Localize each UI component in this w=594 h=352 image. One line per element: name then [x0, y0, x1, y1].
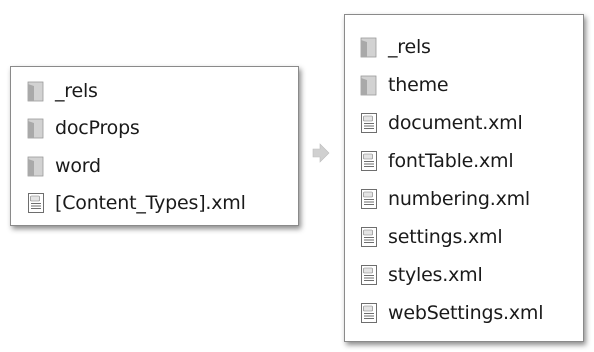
list-item-styles-xml[interactable]: styles.xml	[345, 256, 583, 294]
item-label: numbering.xml	[388, 188, 531, 210]
item-label: docProps	[55, 117, 140, 140]
list-item-websettings-xml[interactable]: webSettings.xml	[345, 294, 583, 332]
item-label: fontTable.xml	[388, 150, 514, 172]
list-item-fonttable-xml[interactable]: fontTable.xml	[345, 142, 583, 180]
list-item-rels-folder[interactable]: _rels	[11, 72, 298, 110]
xml-file-icon	[361, 265, 377, 285]
xml-file-icon	[361, 227, 377, 247]
item-label: document.xml	[388, 112, 523, 134]
item-label: _rels	[388, 36, 431, 58]
list-item-numbering-xml[interactable]: numbering.xml	[345, 180, 583, 218]
item-label: webSettings.xml	[388, 302, 544, 324]
arrow-right-icon	[312, 143, 330, 163]
xml-file-icon	[28, 193, 44, 214]
list-item-docprops-folder[interactable]: docProps	[11, 110, 298, 148]
list-item-settings-xml[interactable]: settings.xml	[345, 218, 583, 256]
package-root-panel: _rels docProps word [Content_Types].xml	[10, 66, 299, 226]
xml-file-icon	[361, 151, 377, 171]
folder-icon	[360, 37, 377, 58]
list-item-theme-folder[interactable]: theme	[345, 66, 583, 104]
item-label: [Content_Types].xml	[55, 192, 246, 215]
word-folder-panel: _rels theme document.xml fontTable.xml n…	[344, 14, 584, 342]
item-label: word	[55, 154, 101, 177]
xml-file-icon	[361, 113, 377, 133]
list-item-word-folder[interactable]: word	[11, 147, 298, 185]
list-item-content-types-file[interactable]: [Content_Types].xml	[11, 185, 298, 223]
item-label: styles.xml	[388, 264, 483, 286]
folder-icon	[360, 75, 377, 96]
folder-icon	[27, 118, 44, 139]
item-label: theme	[388, 74, 449, 96]
folder-icon	[27, 156, 44, 177]
item-label: _rels	[55, 79, 98, 102]
folder-icon	[27, 81, 44, 102]
list-item-rels-folder[interactable]: _rels	[345, 28, 583, 66]
item-label: settings.xml	[388, 226, 503, 248]
list-item-document-xml[interactable]: document.xml	[345, 104, 583, 142]
xml-file-icon	[361, 303, 377, 323]
xml-file-icon	[361, 189, 377, 209]
